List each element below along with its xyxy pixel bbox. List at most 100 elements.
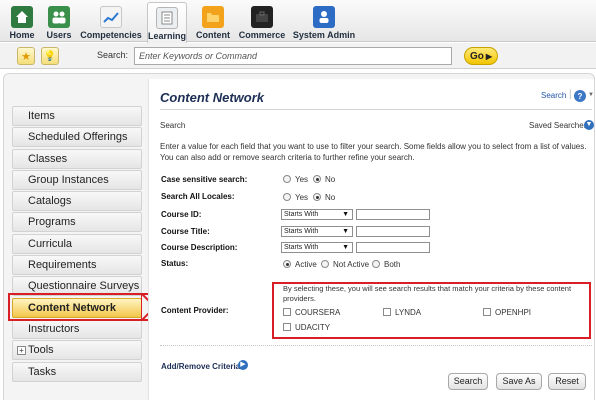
chevron-down-icon[interactable]: ▼ bbox=[584, 120, 594, 130]
sidebar-item-scheduled-offerings[interactable]: Scheduled Offerings bbox=[12, 127, 142, 148]
sidebar-item-label: Questionnaire Surveys bbox=[28, 280, 140, 293]
intro-text: Enter a value for each field that you wa… bbox=[160, 142, 587, 162]
course-id-operator-select[interactable]: Starts With ▼ bbox=[281, 209, 353, 220]
nav-label: System Admin bbox=[292, 30, 356, 40]
nav-system-admin[interactable]: System Admin bbox=[292, 2, 356, 40]
separator: | bbox=[569, 89, 572, 100]
checkbox-label: LYNDA bbox=[395, 308, 422, 317]
status-active-radio[interactable] bbox=[283, 260, 291, 268]
all-locales-label: Search All Locales: bbox=[161, 192, 235, 201]
expand-icon[interactable]: + bbox=[17, 346, 26, 356]
content-icon bbox=[202, 6, 224, 28]
radio-label: Active bbox=[295, 260, 317, 269]
sidebar-item-catalogs[interactable]: Catalogs bbox=[12, 191, 142, 212]
openhpi-checkbox[interactable] bbox=[483, 308, 491, 316]
chevron-down-icon: ▼ bbox=[342, 211, 349, 218]
radio-label: No bbox=[325, 193, 336, 202]
save-as-button[interactable]: Save As bbox=[496, 373, 542, 390]
content-provider-label: Content Provider: bbox=[161, 306, 229, 315]
add-remove-criteria-link[interactable]: Add/Remove Criteria bbox=[161, 362, 240, 371]
global-search-input[interactable] bbox=[134, 47, 452, 65]
course-title-label: Course Title: bbox=[161, 227, 210, 236]
status-both-radio[interactable] bbox=[372, 260, 380, 268]
status-label: Status: bbox=[161, 259, 189, 268]
nav-label: Commerce bbox=[238, 30, 286, 40]
lightbulb-icon: 💡 bbox=[43, 50, 57, 62]
sidebar-item-label: Instructors bbox=[28, 322, 80, 335]
course-description-operator-select[interactable]: Starts With ▼ bbox=[281, 242, 353, 253]
competencies-icon bbox=[100, 6, 122, 28]
case-sensitive-yes-radio[interactable] bbox=[283, 175, 291, 183]
sidebar-item-group-instances[interactable]: Group Instances bbox=[12, 169, 142, 190]
go-button[interactable]: Go ▶ bbox=[464, 47, 498, 65]
sidebar-item-label: Requirements bbox=[28, 259, 97, 272]
nav-learning[interactable]: Learning bbox=[147, 2, 187, 43]
nav-home[interactable]: Home bbox=[8, 2, 36, 40]
saved-searches-link[interactable]: Saved Searches bbox=[529, 121, 588, 130]
sidebar-item-label: Tasks bbox=[28, 365, 57, 378]
sidebar-item-label: Curricula bbox=[28, 237, 73, 250]
sidebar-item-label: Items bbox=[28, 110, 55, 122]
help-icon[interactable]: ? bbox=[574, 90, 586, 102]
chevron-down-icon: ▼ bbox=[342, 228, 349, 235]
course-id-label: Course ID: bbox=[161, 210, 202, 219]
coursera-checkbox[interactable] bbox=[283, 308, 291, 316]
highlight-box bbox=[8, 293, 156, 321]
sidebar-item-tasks[interactable]: Tasks bbox=[12, 361, 142, 382]
nav-commerce[interactable]: Commerce bbox=[238, 2, 286, 40]
favorites-button[interactable]: ★ bbox=[17, 47, 35, 65]
title-divider bbox=[160, 109, 592, 110]
sidebar-item-classes[interactable]: Classes bbox=[12, 148, 142, 169]
select-value: Starts With bbox=[284, 228, 319, 235]
sidebar-item-instructors[interactable]: Instructors bbox=[12, 318, 142, 339]
sidebar-item-requirements[interactable]: Requirements bbox=[12, 255, 142, 276]
case-sensitive-label: Case sensitive search: bbox=[161, 175, 248, 184]
select-value: Starts With bbox=[284, 244, 319, 251]
radio-label: Yes bbox=[295, 193, 309, 202]
chevron-down-icon[interactable]: ▼ bbox=[588, 92, 594, 98]
arrow-right-icon[interactable]: ▶ bbox=[238, 360, 248, 370]
checkbox-label: UDACITY bbox=[295, 323, 331, 332]
sidebar-item-items[interactable]: Items bbox=[12, 106, 142, 126]
sidebar-item-label: Tools bbox=[28, 344, 54, 357]
main-panel: Content Network Search | ? ▼ Search Save… bbox=[148, 79, 594, 400]
nav-users[interactable]: Users bbox=[44, 2, 74, 40]
course-description-label: Course Description: bbox=[161, 243, 238, 252]
star-icon: ★ bbox=[21, 50, 31, 63]
course-id-input[interactable] bbox=[356, 209, 430, 220]
select-value: Starts With bbox=[284, 211, 319, 218]
nav-label: Learning bbox=[148, 31, 187, 41]
lynda-checkbox[interactable] bbox=[383, 308, 391, 316]
tips-button[interactable]: 💡 bbox=[41, 47, 59, 65]
all-locales-no-radio[interactable] bbox=[313, 193, 321, 201]
sidebar-item-label: Classes bbox=[28, 152, 68, 165]
sidebar-item-curricula[interactable]: Curricula bbox=[12, 233, 142, 254]
search-button[interactable]: Search bbox=[448, 373, 488, 390]
nav-competencies[interactable]: Competencies bbox=[80, 2, 142, 40]
course-description-input[interactable] bbox=[356, 242, 430, 253]
course-title-input[interactable] bbox=[356, 226, 430, 237]
status-not-active-radio[interactable] bbox=[321, 260, 329, 268]
radio-label: Both bbox=[384, 260, 401, 269]
users-icon bbox=[48, 6, 70, 28]
arrow-right-icon: ▶ bbox=[485, 51, 493, 61]
udacity-checkbox[interactable] bbox=[283, 323, 291, 331]
sidebar-item-label: Scheduled Offerings bbox=[28, 131, 128, 144]
nav-label: Users bbox=[46, 30, 72, 40]
nav-label: Home bbox=[9, 30, 35, 40]
sidebar-item-tools[interactable]: + Tools bbox=[12, 340, 142, 361]
reset-button[interactable]: Reset bbox=[548, 373, 586, 390]
search-label: Search: bbox=[97, 50, 129, 60]
commerce-icon bbox=[251, 6, 273, 28]
section-heading: Search bbox=[160, 121, 186, 130]
checkbox-label: OPENHPI bbox=[495, 308, 532, 317]
all-locales-yes-radio[interactable] bbox=[283, 193, 291, 201]
nav-content[interactable]: Content bbox=[196, 2, 230, 40]
sidebar-item-programs[interactable]: Programs bbox=[12, 212, 142, 233]
course-title-operator-select[interactable]: Starts With ▼ bbox=[281, 226, 353, 237]
home-icon bbox=[11, 6, 33, 28]
case-sensitive-no-radio[interactable] bbox=[313, 175, 321, 183]
system-admin-icon bbox=[313, 6, 335, 28]
go-label: Go bbox=[469, 50, 484, 62]
header-search-link[interactable]: Search bbox=[541, 91, 566, 100]
